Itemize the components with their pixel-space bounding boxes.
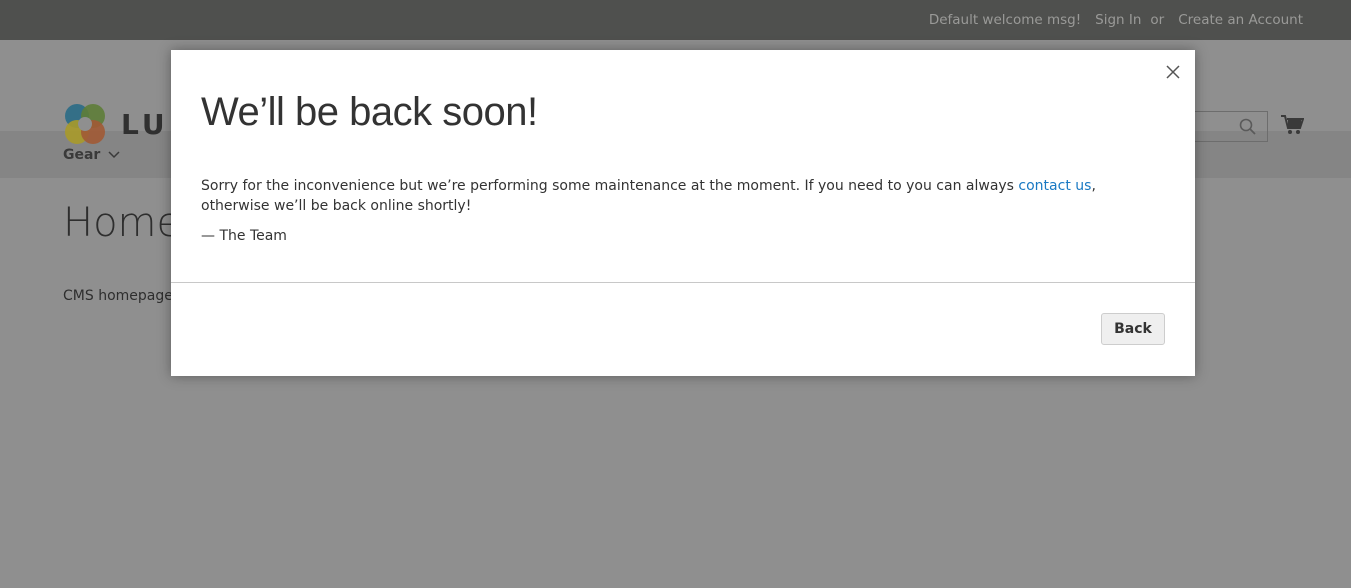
chevron-down-icon	[108, 150, 120, 158]
create-account-link[interactable]: Create an Account	[1178, 12, 1303, 28]
top-bar: Default welcome msg! Sign In or Create a…	[0, 0, 1351, 40]
modal-message: Sorry for the inconvenience but we’re pe…	[201, 176, 1161, 216]
welcome-message: Default welcome msg!	[928, 12, 1082, 28]
contact-us-link[interactable]: contact us	[1018, 178, 1091, 194]
sign-in-link[interactable]: Sign In	[1095, 12, 1141, 28]
close-icon[interactable]	[1165, 64, 1181, 80]
signature: — The Team	[201, 228, 287, 244]
nav-item-gear[interactable]: Gear	[63, 147, 100, 163]
message-text: Sorry for the inconvenience but we’re pe…	[201, 178, 1019, 194]
modal-body: Sorry for the inconvenience but we’re pe…	[201, 176, 1161, 246]
maintenance-modal: We’ll be back soon! Sorry for the inconv…	[171, 50, 1195, 376]
back-button[interactable]: Back	[1101, 313, 1165, 345]
or-text: or	[1150, 12, 1165, 28]
cart-icon[interactable]	[1280, 114, 1304, 136]
modal-title: We’ll be back soon!	[201, 90, 538, 134]
luma-logo-icon	[65, 104, 105, 144]
search-icon[interactable]	[1239, 118, 1257, 136]
modal-divider	[171, 282, 1195, 283]
